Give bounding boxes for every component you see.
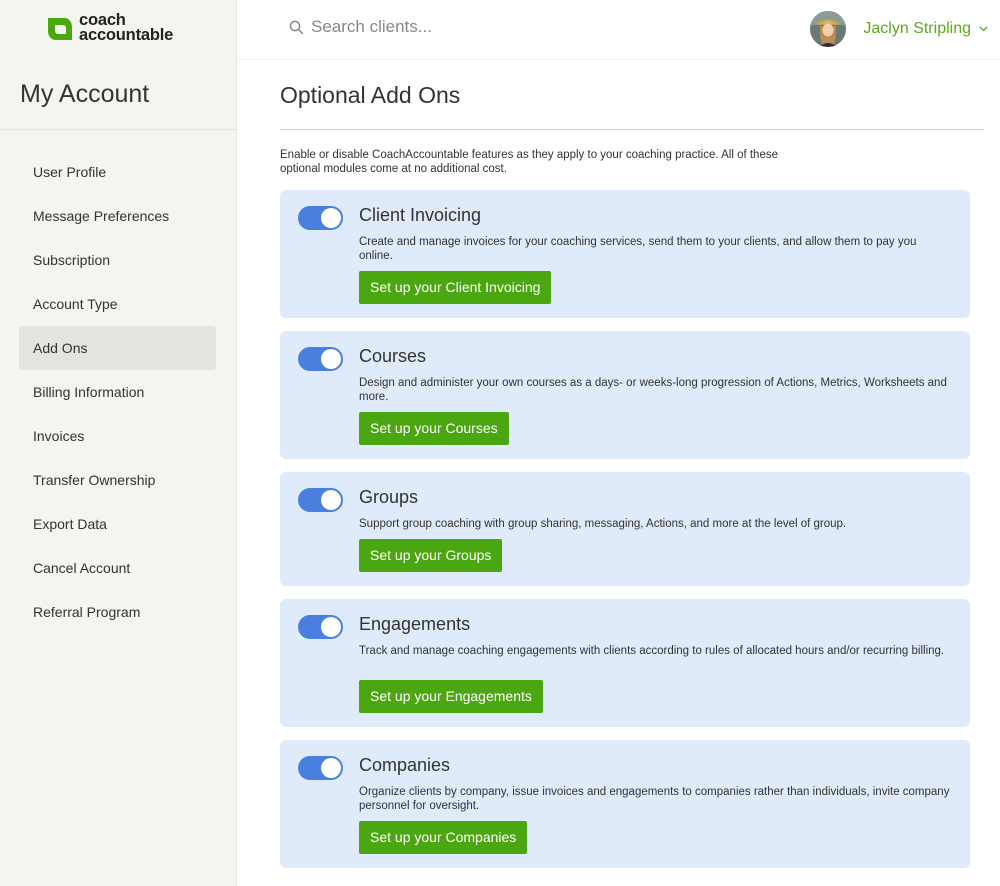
sidebar-item-user-profile[interactable]: User Profile	[19, 150, 216, 194]
brand-line-2: accountable	[79, 26, 174, 44]
avatar[interactable]	[810, 11, 847, 47]
chevron-down-icon	[979, 26, 988, 32]
sidebar-item-invoices[interactable]: Invoices	[19, 414, 216, 458]
addon-card-engagements: Engagements Track and manage coaching en…	[280, 599, 970, 727]
toggle-knob	[321, 349, 341, 369]
sidebar: coach accountable My Account User Profil…	[0, 0, 237, 886]
addon-card-courses: Courses Design and administer your own c…	[280, 331, 970, 459]
addon-description: Organize clients by company, issue invoi…	[359, 786, 950, 812]
page-title: Optional Add Ons	[280, 82, 461, 108]
addon-title: Groups	[359, 487, 419, 507]
sidebar-divider	[0, 129, 237, 130]
account-nav: User Profile Message Preferences Subscri…	[19, 150, 216, 634]
sidebar-item-export-data[interactable]: Export Data	[19, 502, 216, 546]
leaf-logo-icon	[48, 18, 72, 40]
sidebar-item-add-ons[interactable]: Add Ons	[19, 326, 216, 370]
brand-wordmark: coach accountable	[79, 12, 174, 44]
setup-engagements-button[interactable]: Set up your Engagements	[359, 680, 543, 713]
setup-companies-button[interactable]: Set up your Companies	[359, 821, 528, 854]
setup-groups-button[interactable]: Set up your Groups	[359, 539, 503, 572]
sidebar-item-account-type[interactable]: Account Type	[19, 282, 216, 326]
sidebar-item-message-preferences[interactable]: Message Preferences	[19, 194, 216, 238]
sidebar-item-billing-information[interactable]: Billing Information	[19, 370, 216, 414]
courses-toggle[interactable]	[298, 347, 343, 371]
toggle-knob	[321, 208, 341, 228]
addon-description: Design and administer your own courses a…	[359, 377, 947, 403]
toggle-knob	[321, 617, 341, 637]
title-divider	[280, 129, 984, 130]
search-icon	[289, 20, 304, 34]
groups-toggle[interactable]	[298, 488, 343, 512]
top-bar: Jaclyn Stripling	[238, 0, 1000, 60]
user-name: Jaclyn Stripling	[863, 20, 971, 37]
engagements-toggle[interactable]	[298, 615, 343, 639]
account-title: My Account	[20, 80, 150, 108]
client-invoicing-toggle[interactable]	[298, 206, 343, 230]
setup-courses-button[interactable]: Set up your Courses	[359, 412, 509, 445]
addon-title: Client Invoicing	[359, 205, 482, 225]
page-intro: Enable or disable CoachAccountable featu…	[280, 149, 778, 175]
addon-title: Engagements	[359, 614, 471, 634]
search-bar	[289, 17, 561, 37]
sidebar-item-cancel-account[interactable]: Cancel Account	[19, 546, 216, 590]
toggle-knob	[321, 758, 341, 778]
addon-title: Courses	[359, 346, 427, 366]
addon-card-groups: Groups Support group coaching with group…	[280, 472, 970, 586]
addon-description: Create and manage invoices for your coac…	[359, 236, 917, 262]
addon-description: Track and manage coaching engagements wi…	[359, 645, 945, 657]
addon-title: Companies	[359, 755, 451, 775]
addon-card-client-invoicing: Client Invoicing Create and manage invoi…	[280, 190, 970, 318]
addon-description: Support group coaching with group sharin…	[359, 518, 847, 530]
addon-card-companies: Companies Organize clients by company, i…	[280, 740, 970, 868]
sidebar-item-transfer-ownership[interactable]: Transfer Ownership	[19, 458, 216, 502]
toggle-knob	[321, 490, 341, 510]
brand-logo[interactable]: coach accountable	[46, 12, 174, 44]
sidebar-item-subscription[interactable]: Subscription	[19, 238, 216, 282]
sidebar-item-referral-program[interactable]: Referral Program	[19, 590, 216, 634]
user-menu[interactable]: Jaclyn Stripling	[810, 11, 988, 47]
search-input[interactable]	[311, 17, 561, 37]
setup-client-invoicing-button[interactable]: Set up your Client Invoicing	[359, 271, 552, 304]
user-avatar-icon	[810, 11, 847, 47]
companies-toggle[interactable]	[298, 756, 343, 780]
